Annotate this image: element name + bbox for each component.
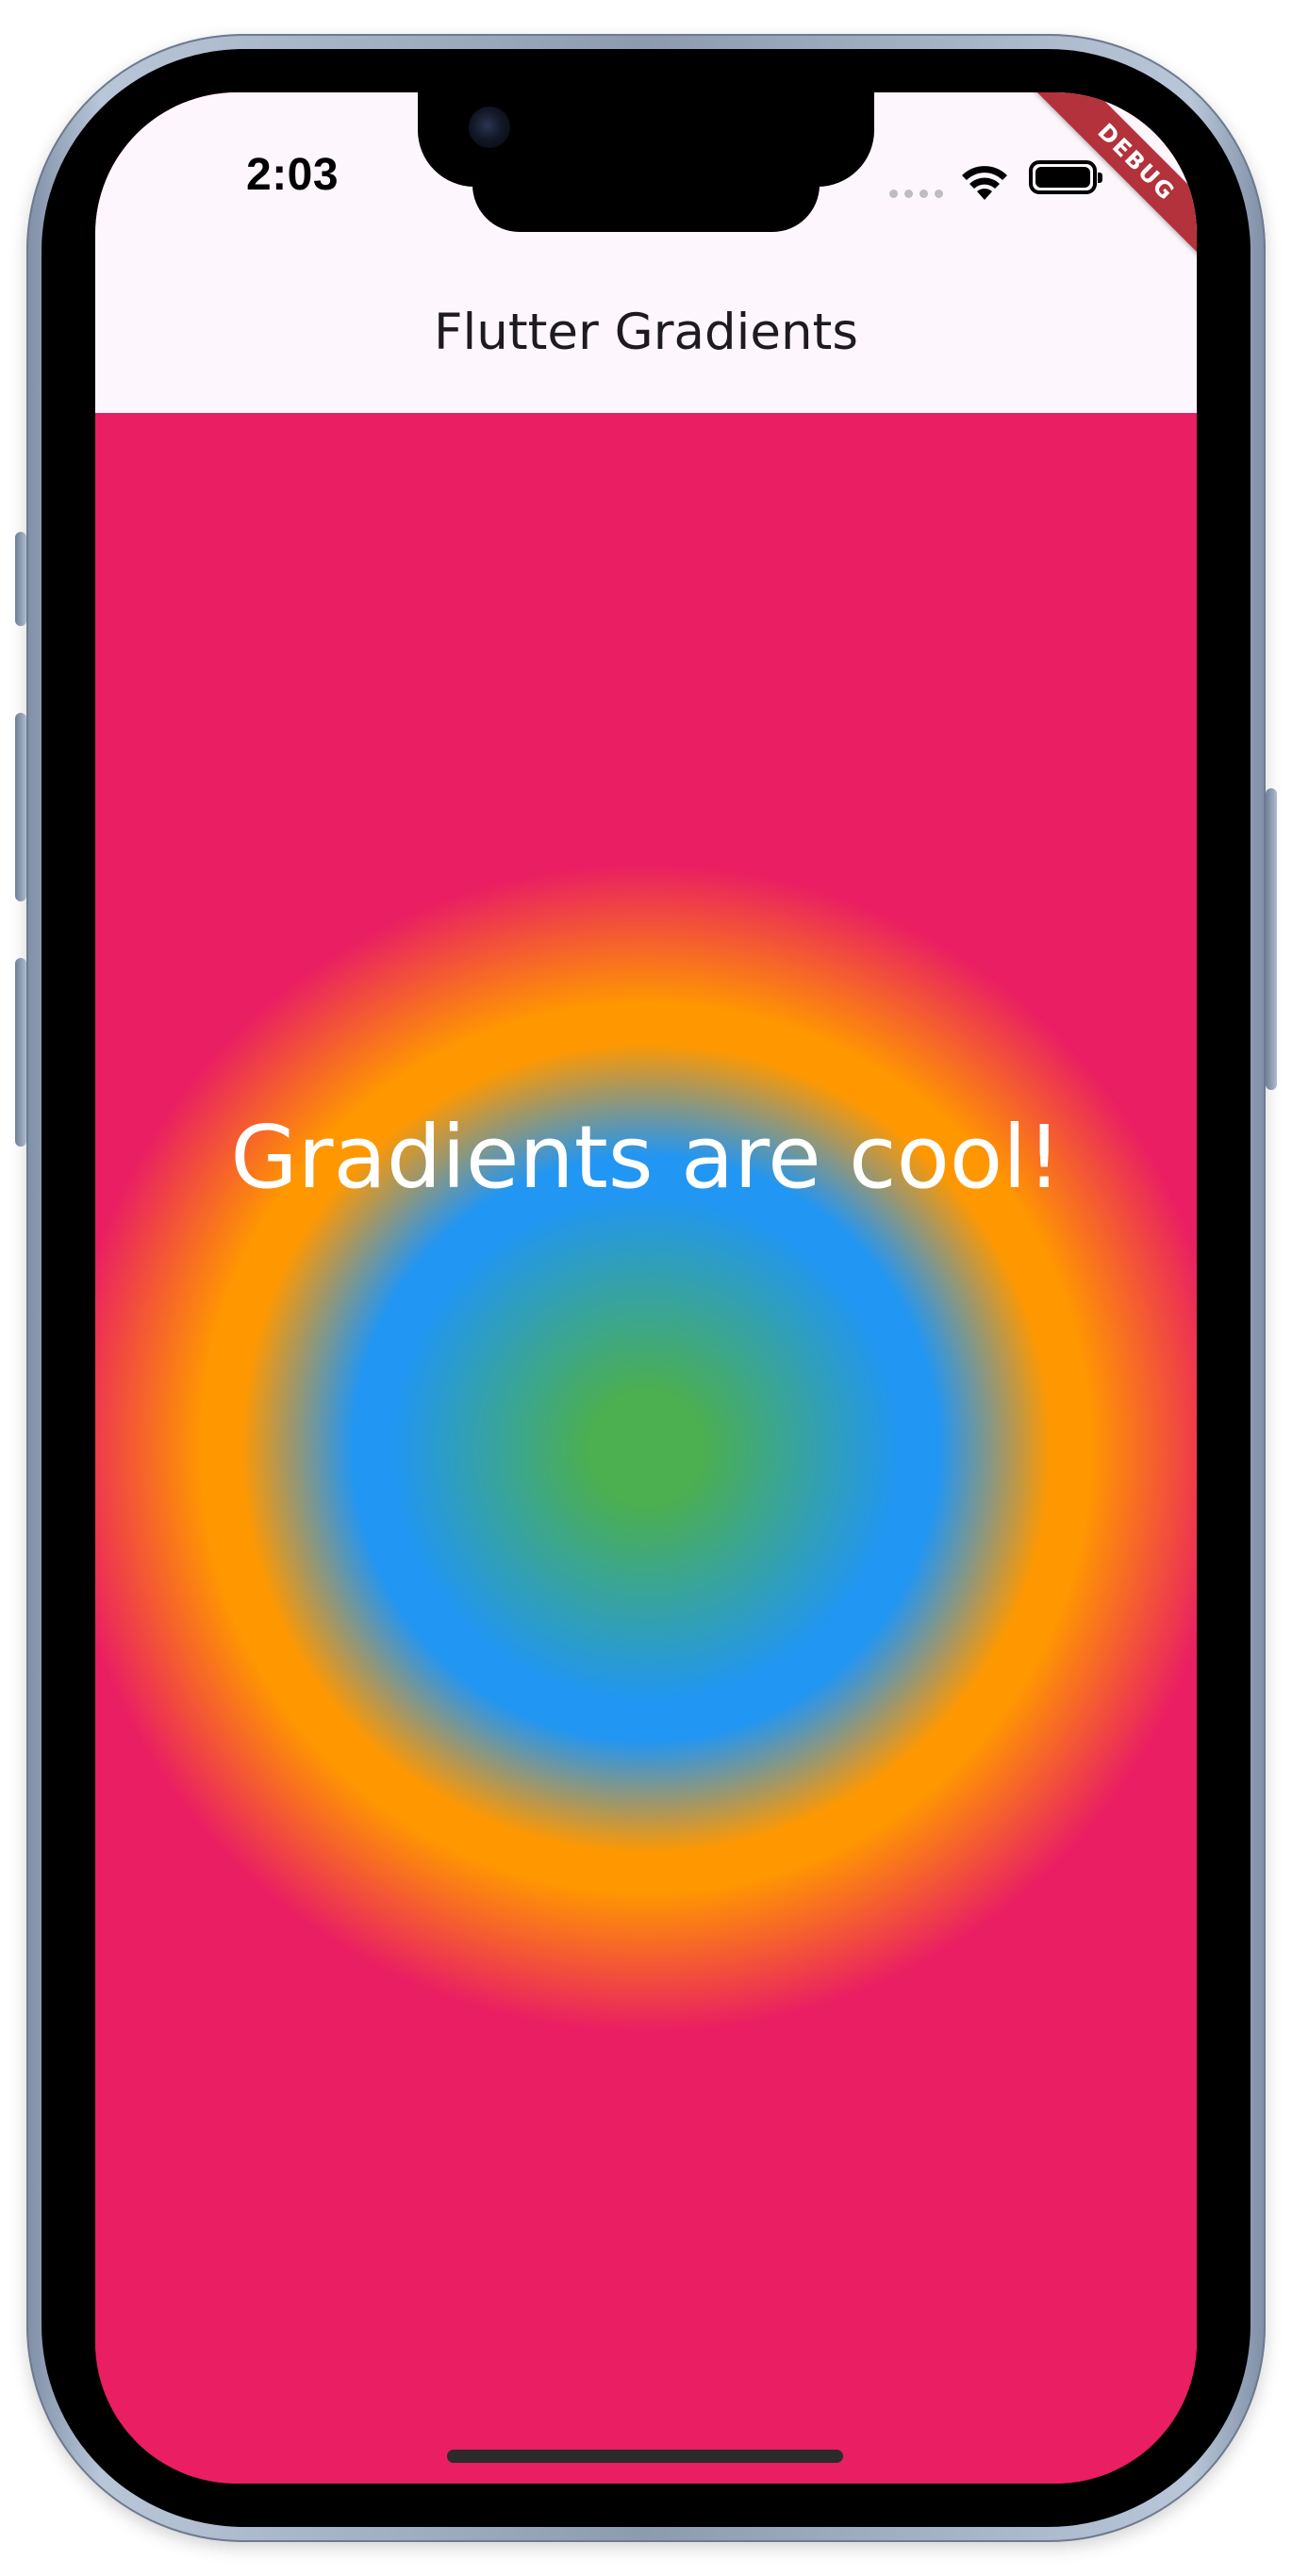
radial-gradient-container — [95, 413, 1197, 2484]
front-camera-icon — [469, 107, 510, 148]
mute-switch — [15, 532, 26, 626]
cellular-signal-icon — [889, 190, 943, 198]
status-time: 2:03 — [246, 150, 340, 200]
power-button — [1266, 788, 1277, 1090]
gradient-message: Gradients are cool! — [230, 1107, 1062, 1208]
volume-down-button — [15, 958, 26, 1147]
home-indicator[interactable] — [447, 2450, 843, 2463]
battery-icon — [1029, 160, 1102, 194]
page-title: Flutter Gradients — [434, 304, 858, 361]
app-screen: Gradients are cool! 2:03 Flutter Gradien… — [95, 92, 1197, 2484]
volume-up-button — [15, 713, 26, 901]
camera-notch-lower — [472, 149, 820, 232]
wifi-icon — [962, 166, 1007, 200]
